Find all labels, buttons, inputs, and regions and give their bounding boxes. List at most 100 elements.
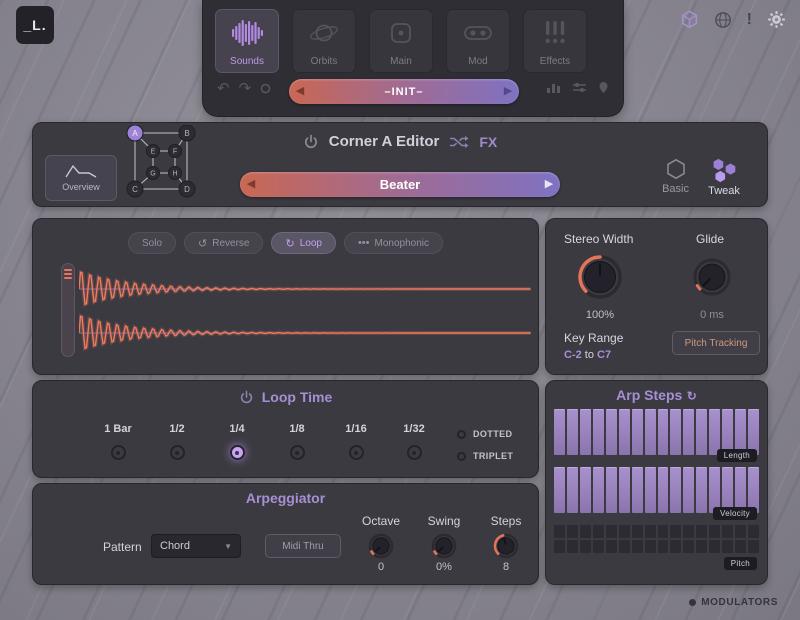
arp-length-bar[interactable] [567, 409, 578, 455]
arp-pitch-cell[interactable] [670, 525, 681, 538]
corner-c[interactable]: C [132, 185, 138, 194]
overview-button[interactable]: Overview [45, 155, 117, 201]
loop-time-option-quarter[interactable]: 1/4 [215, 423, 259, 460]
arp-length-bar[interactable] [580, 409, 591, 455]
tab-sounds[interactable]: Sounds [215, 9, 279, 73]
solo-button[interactable]: Solo [128, 232, 176, 254]
preset-next-icon[interactable]: ▶ [497, 79, 519, 104]
radio-eighth[interactable] [290, 445, 305, 460]
arp-length-bar[interactable] [683, 409, 694, 455]
arp-pitch-cell[interactable] [632, 540, 643, 553]
arp-velocity-bar[interactable] [696, 467, 707, 513]
tab-effects[interactable]: Effects [523, 9, 587, 73]
globe-icon[interactable] [714, 11, 732, 29]
arp-length-bar[interactable] [619, 409, 630, 455]
gear-icon[interactable] [767, 10, 786, 29]
glide-knob[interactable] [690, 255, 734, 299]
arp-velocity-bar[interactable] [554, 467, 565, 513]
radio-sixteenth[interactable] [349, 445, 364, 460]
corner-a[interactable]: A [132, 129, 138, 138]
pin-icon[interactable] [598, 81, 609, 94]
arp-pitch-cell[interactable] [593, 525, 604, 538]
radio-quarter[interactable] [230, 445, 245, 460]
alert-icon[interactable]: ! [747, 11, 752, 29]
arp-pitch-cell[interactable] [593, 540, 604, 553]
octave-knob[interactable] [366, 531, 396, 561]
loop-time-option-half[interactable]: 1/2 [155, 423, 199, 460]
package-icon[interactable] [680, 10, 699, 29]
pattern-select[interactable]: Chord ▼ [151, 534, 241, 558]
corner-d[interactable]: D [184, 185, 190, 194]
loop-time-option-sixteenth[interactable]: 1/16 [334, 423, 378, 460]
loop-time-option-thirtysecond[interactable]: 1/32 [392, 423, 436, 460]
preset-name[interactable]: –INIT– [311, 86, 497, 98]
corner-b[interactable]: B [184, 129, 189, 138]
loop-start-handle[interactable] [61, 263, 75, 357]
arp-velocity-bar[interactable] [619, 467, 630, 513]
arp-velocity-bar[interactable] [658, 467, 669, 513]
sound-prev-icon[interactable]: ◀ [240, 172, 262, 197]
key-range-low[interactable]: C-2 [564, 349, 582, 361]
arp-length-bar[interactable] [606, 409, 617, 455]
arp-length-bar[interactable] [670, 409, 681, 455]
stereo-width-knob[interactable] [574, 251, 626, 303]
dotted-option[interactable]: DOTTED [457, 429, 512, 439]
arp-pitch-cell[interactable] [658, 525, 669, 538]
sound-next-icon[interactable]: ▶ [538, 172, 560, 197]
arp-pitch-cell[interactable] [645, 525, 656, 538]
arp-pitch-cell[interactable] [567, 525, 578, 538]
sound-preset-name[interactable]: Beater [262, 177, 538, 192]
arp-pitch-cell[interactable] [696, 525, 707, 538]
compare-icon[interactable] [260, 83, 271, 94]
arp-velocity-bar[interactable] [567, 467, 578, 513]
modulators-toggle[interactable]: MODULATORS [689, 597, 778, 608]
arp-velocity-bar[interactable] [606, 467, 617, 513]
tab-mod[interactable]: Mod [446, 9, 510, 73]
arp-velocity-bar[interactable] [580, 467, 591, 513]
arp-length-bar[interactable] [696, 409, 707, 455]
radio-thirtysecond[interactable] [407, 445, 422, 460]
arp-pitch-cell[interactable] [580, 525, 591, 538]
arp-pitch-cell[interactable] [606, 525, 617, 538]
arp-pitch-cell[interactable] [554, 540, 565, 553]
arp-pitch-cell[interactable] [606, 540, 617, 553]
corner-h[interactable]: H [172, 171, 177, 178]
radio-1bar[interactable] [111, 445, 126, 460]
corner-f[interactable]: F [173, 149, 177, 156]
fx-toggle[interactable]: FX [479, 134, 497, 150]
reverse-button[interactable]: ↺ Reverse [184, 232, 263, 254]
arp-velocity-bar[interactable] [632, 467, 643, 513]
arp-pitch-cell[interactable] [722, 525, 733, 538]
tab-main[interactable]: Main [369, 9, 433, 73]
arp-pitch-cell[interactable] [670, 540, 681, 553]
sliders-icon[interactable] [572, 81, 587, 94]
redo-icon[interactable]: ↷ [239, 79, 252, 97]
key-range-high[interactable]: C7 [597, 349, 611, 361]
cycle-icon[interactable]: ↻ [687, 389, 697, 403]
arp-length-bar[interactable] [593, 409, 604, 455]
arp-pitch-cell[interactable] [735, 525, 746, 538]
arp-velocity-bar[interactable] [645, 467, 656, 513]
steps-knob[interactable] [491, 531, 521, 561]
arp-pitch-cell[interactable] [722, 540, 733, 553]
arp-pitch-cell[interactable] [748, 540, 759, 553]
meter-icon[interactable] [546, 81, 561, 94]
arp-pitch-cell[interactable] [696, 540, 707, 553]
arp-pitch-cell[interactable] [619, 525, 630, 538]
arp-pitch-cell[interactable] [709, 540, 720, 553]
arp-pitch-cell[interactable] [645, 540, 656, 553]
arp-length-bar[interactable] [658, 409, 669, 455]
arp-pitch-cell[interactable] [683, 540, 694, 553]
arp-velocity-bar[interactable] [670, 467, 681, 513]
monophonic-button[interactable]: ••• Monophonic [344, 232, 443, 254]
loop-button[interactable]: ↻ Loop [271, 232, 335, 254]
triplet-option[interactable]: TRIPLET [457, 451, 513, 461]
loop-time-option-1bar[interactable]: 1 Bar [96, 423, 140, 460]
midi-thru-button[interactable]: Midi Thru [265, 534, 341, 558]
dotted-radio[interactable] [457, 430, 466, 439]
arp-length-bar[interactable] [632, 409, 643, 455]
arp-pitch-cell[interactable] [735, 540, 746, 553]
corner-selector[interactable]: A B C D E F G H [123, 125, 203, 205]
arp-pitch-cell[interactable] [658, 540, 669, 553]
basic-mode-button[interactable]: Basic [662, 157, 689, 195]
